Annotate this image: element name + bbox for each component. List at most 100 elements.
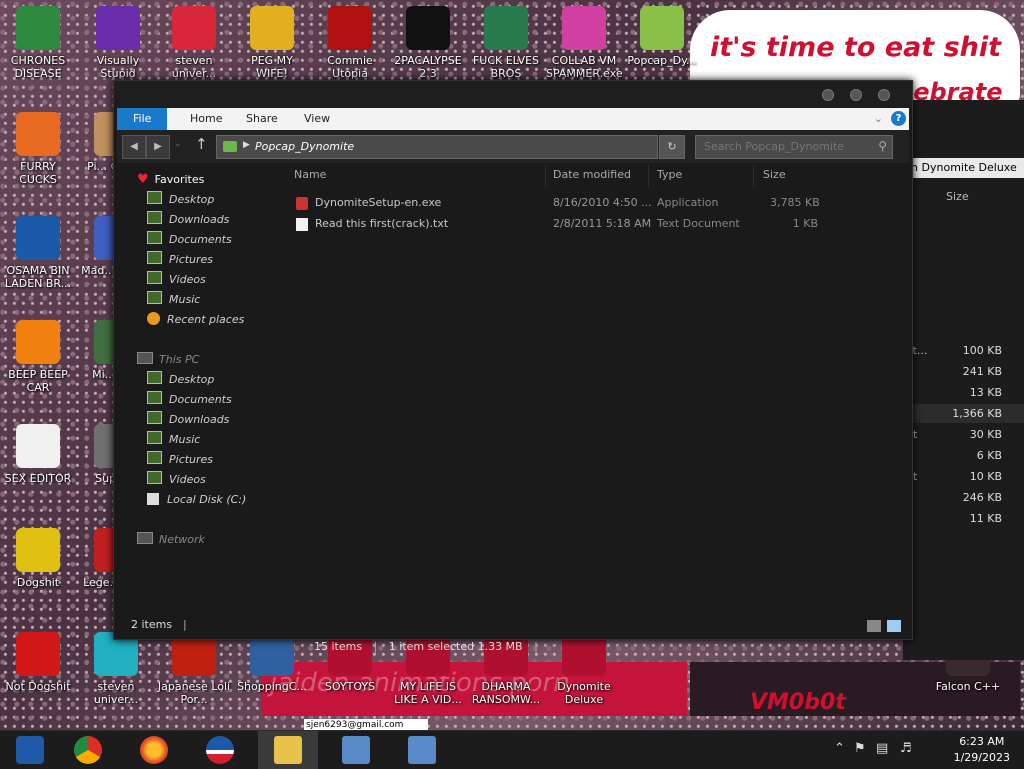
- file-row[interactable]: Read this first(crack).txt 2/8/2011 5:18…: [290, 214, 830, 234]
- music-folder-icon: [147, 431, 162, 444]
- desktop-shortcut[interactable]: Visually Stupid: [80, 6, 156, 80]
- desktop-shortcut[interactable]: Japanese Loli Por...: [156, 632, 232, 706]
- background-size-header[interactable]: Size: [946, 190, 969, 203]
- devcpp-icon: [16, 632, 60, 676]
- file-date: 8/16/2010 4:50 ...: [553, 196, 652, 209]
- tab-view[interactable]: View: [292, 108, 342, 130]
- taskbar-file-explorer[interactable]: [258, 731, 318, 769]
- desktop-shortcut[interactable]: FUCK ELVES BROS: [468, 6, 544, 80]
- nav-item-videos[interactable]: Videos: [147, 271, 206, 289]
- status-bar: 2 items |: [117, 613, 909, 637]
- desktop-shortcut[interactable]: Popcap_Dy...: [624, 6, 700, 67]
- desktop-shortcut[interactable]: PEG MY WIFE!: [234, 6, 310, 80]
- column-header-type[interactable]: Type: [657, 168, 682, 181]
- desktop-shortcut[interactable]: OSAMA BIN LADEN BR...: [0, 216, 76, 290]
- file-row[interactable]: DynomiteSetup-en.exe 8/16/2010 4:50 ... …: [290, 193, 830, 213]
- desktop-shortcut[interactable]: Not Dogshit: [0, 632, 76, 693]
- desktop-shortcut-label: Falcon C++: [935, 680, 1001, 693]
- taskbar-firefox[interactable]: [124, 731, 184, 769]
- nav-item-pc-videos[interactable]: Videos: [147, 471, 206, 489]
- taskbar-installer-1[interactable]: [326, 731, 386, 769]
- nav-item-pc-pictures[interactable]: Pictures: [147, 451, 213, 469]
- background-search-box[interactable]: ch Dynomite Deluxe: [905, 158, 1024, 178]
- nav-item-desktop[interactable]: Desktop: [147, 191, 214, 209]
- desktop-shortcut[interactable]: SEX EDITOR: [0, 424, 76, 485]
- forward-button[interactable]: ▶: [146, 135, 170, 159]
- desktop-shortcut[interactable]: BEEP BEEP CAR: [0, 320, 76, 394]
- refresh-button[interactable]: ↻: [659, 135, 685, 159]
- desktop-shortcut[interactable]: FURRY CUCKS: [0, 112, 76, 186]
- desktop-shortcut[interactable]: ShoppingC...: [234, 632, 310, 693]
- column-header-name[interactable]: Name: [294, 168, 326, 181]
- view-switcher: [861, 617, 901, 641]
- tab-share[interactable]: Share: [234, 108, 290, 130]
- expand-ribbon-chevron-icon[interactable]: ⌄: [874, 112, 883, 125]
- volume-icon[interactable]: ♬: [900, 741, 912, 756]
- details-view-icon[interactable]: [867, 620, 881, 632]
- column-divider[interactable]: [753, 165, 754, 187]
- explorer-window[interactable]: File Home Share View ⌄ ? ◀ ▶ ⌄ ↑ ▶ Popca…: [113, 80, 913, 640]
- nav-item-pc-desktop[interactable]: Desktop: [147, 371, 214, 389]
- tab-file[interactable]: File: [117, 108, 168, 130]
- nav-item-pc-music[interactable]: Music: [147, 431, 200, 449]
- tab-home[interactable]: Home: [178, 108, 234, 130]
- desktop-shortcut[interactable]: Commie Utopia: [312, 6, 388, 80]
- breadcrumb-arrow-icon[interactable]: ▶: [243, 140, 250, 150]
- search-icon[interactable]: ⚲: [878, 139, 887, 153]
- nav-label: Local Disk (C:): [167, 493, 247, 506]
- desktop-shortcut[interactable]: Dogshit: [0, 528, 76, 589]
- nav-network[interactable]: Network: [137, 531, 205, 549]
- desktop-shortcut[interactable]: steven univer...: [78, 632, 154, 706]
- desktop-shortcut[interactable]: Dynomite Deluxe: [546, 632, 622, 706]
- address-bar[interactable]: ▶ Popcap_Dynomite: [216, 135, 658, 159]
- videos-folder-icon: [147, 271, 162, 284]
- title-bar[interactable]: [114, 81, 912, 107]
- desktop-shortcut-label: ShoppingC...: [237, 680, 307, 693]
- column-divider[interactable]: [648, 165, 649, 187]
- nav-item-recent-places[interactable]: Recent places: [147, 311, 244, 329]
- desktop-shortcut-label: Dogshit: [16, 576, 60, 589]
- search-box[interactable]: ⚲: [695, 135, 893, 159]
- chrome-icon: [16, 6, 60, 50]
- background-explorer-window[interactable]: ch Dynomite Deluxe Size 100 KB 241 KB 13…: [903, 100, 1024, 660]
- large-icons-view-icon[interactable]: [887, 620, 901, 632]
- close-button[interactable]: [878, 89, 890, 101]
- desktop-shortcut[interactable]: steven univer...: [156, 6, 232, 80]
- maximize-button[interactable]: [850, 89, 862, 101]
- network-icon[interactable]: ▤: [876, 741, 888, 756]
- nav-favorites[interactable]: ♥ Favorites: [137, 171, 204, 189]
- folder-icon: [223, 141, 237, 152]
- nav-item-pc-downloads[interactable]: Downloads: [147, 411, 229, 429]
- up-arrow-icon[interactable]: ↑: [195, 135, 208, 153]
- help-icon[interactable]: ?: [891, 111, 906, 126]
- nav-item-pictures[interactable]: Pictures: [147, 251, 213, 269]
- column-header-size[interactable]: Size: [763, 168, 786, 181]
- downloads-folder-icon: [147, 211, 162, 224]
- desktop-shortcut[interactable]: COLLAB VM SPAMMER.exe: [546, 6, 622, 80]
- desktop-shortcut[interactable]: 2PACALYPSE 2.3: [390, 6, 466, 80]
- show-hidden-icons-icon[interactable]: ⌃: [834, 741, 845, 756]
- desktop-shortcut[interactable]: CHRONES DISEASE: [0, 6, 76, 80]
- column-divider[interactable]: [545, 165, 546, 187]
- recent-locations-chevron-icon[interactable]: ⌄: [174, 139, 182, 149]
- file-size: 3,785 KB: [770, 196, 820, 209]
- clock[interactable]: 6:23 AM 1/29/2023: [954, 734, 1010, 766]
- taskbar-installer-2[interactable]: [392, 731, 452, 769]
- breadcrumb-path[interactable]: Popcap_Dynomite: [255, 140, 354, 153]
- nav-item-documents[interactable]: Documents: [147, 231, 232, 249]
- search-input[interactable]: [702, 139, 866, 154]
- nav-label: Documents: [169, 233, 232, 246]
- background-item-count: 15 items: [314, 640, 363, 653]
- taskbar-chrome[interactable]: [58, 731, 118, 769]
- column-header-date[interactable]: Date modified: [553, 168, 631, 181]
- nav-item-local-disk[interactable]: Local Disk (C:): [147, 491, 246, 509]
- nav-item-music[interactable]: Music: [147, 291, 200, 309]
- taskbar-obama-app[interactable]: [190, 731, 250, 769]
- minimize-button[interactable]: [822, 89, 834, 101]
- nav-item-pc-documents[interactable]: Documents: [147, 391, 232, 409]
- back-button[interactable]: ◀: [122, 135, 146, 159]
- action-center-flag-icon[interactable]: ⚑: [854, 741, 866, 756]
- nav-item-downloads[interactable]: Downloads: [147, 211, 229, 229]
- nav-this-pc[interactable]: This PC: [137, 351, 199, 369]
- start-button[interactable]: [0, 731, 60, 769]
